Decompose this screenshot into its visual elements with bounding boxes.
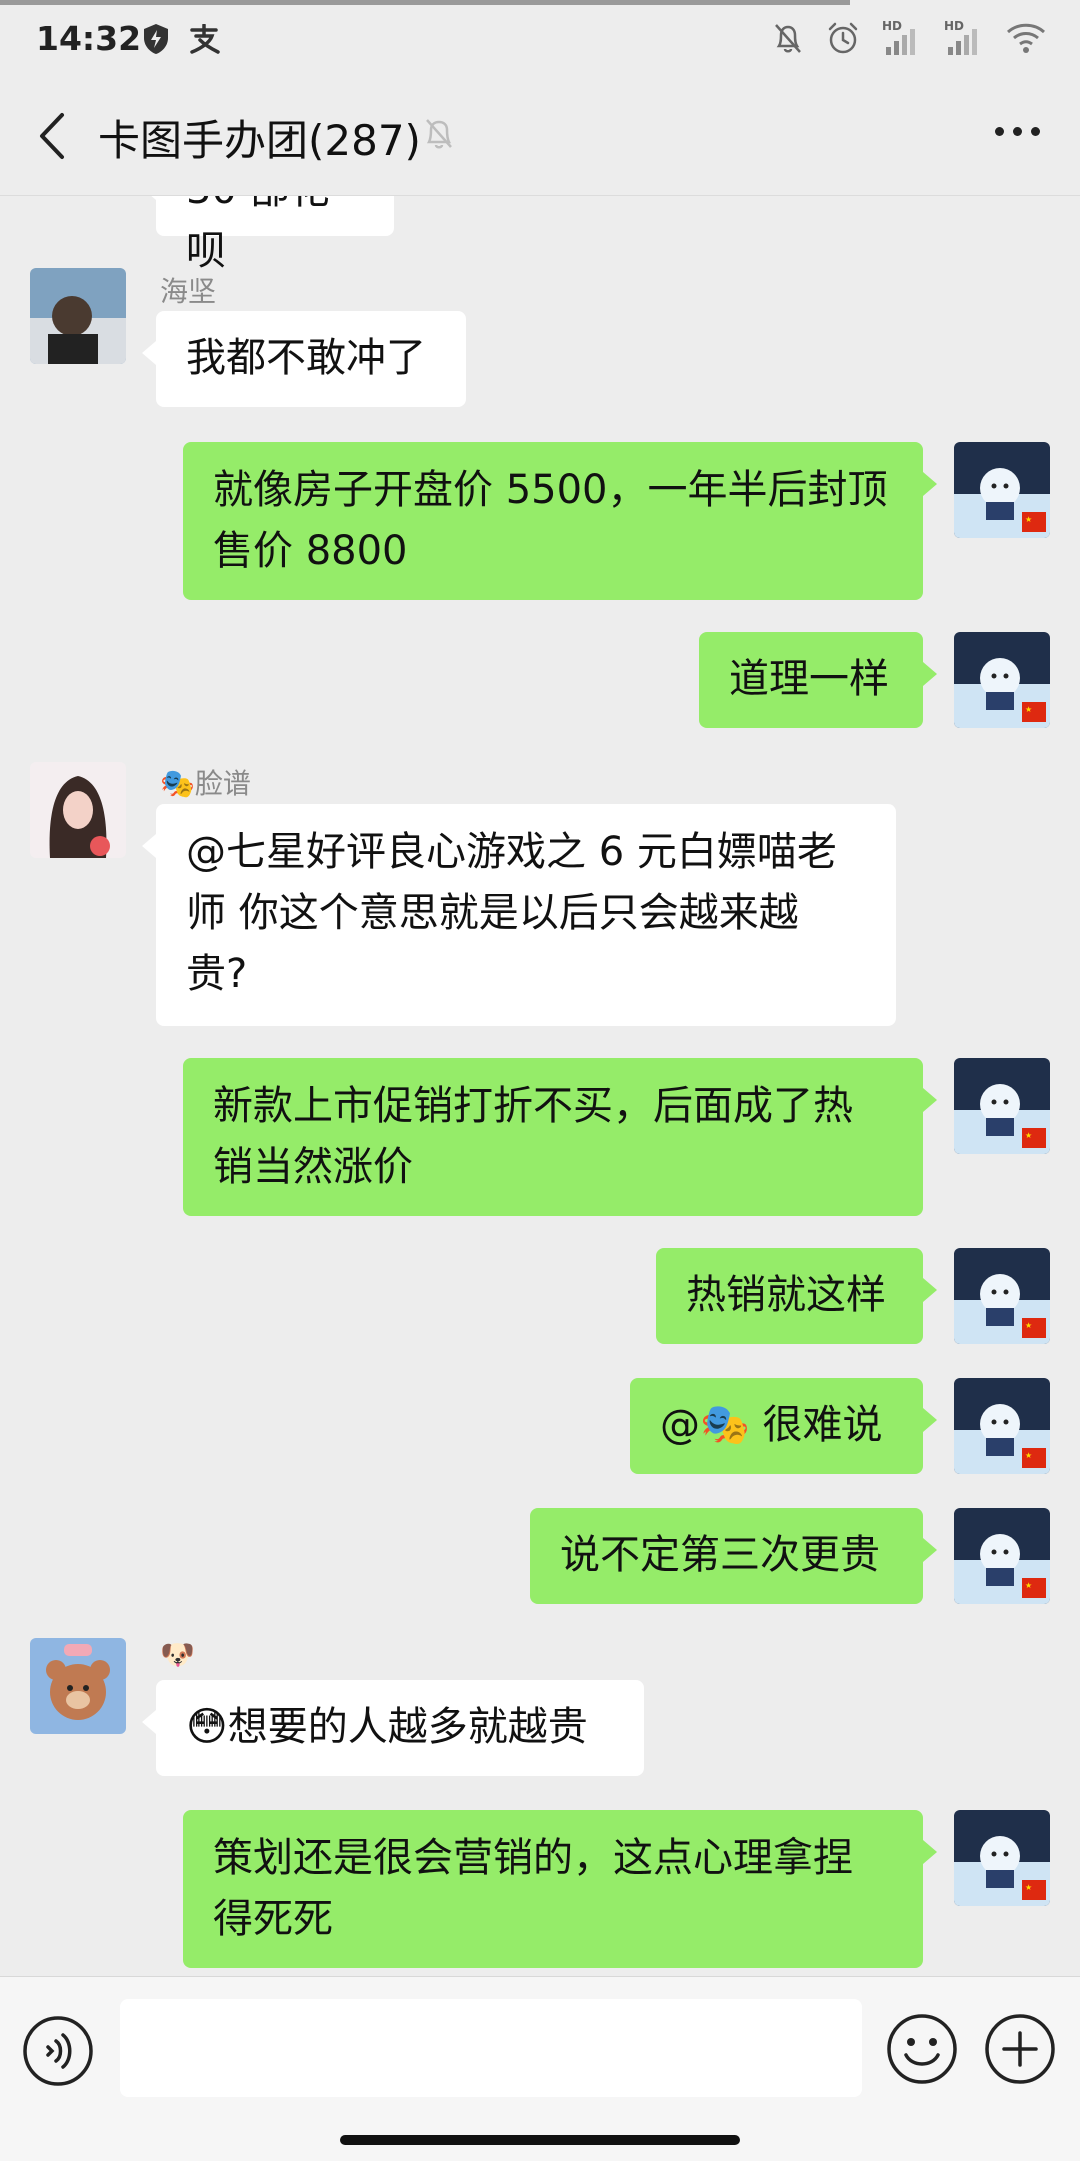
chat-title: 卡图手办团(287) [98,116,421,165]
emoji-button[interactable] [886,2013,958,2085]
mask-emoji: 🎭 [700,1402,750,1448]
input-bar [0,1976,1080,2161]
message-bubble[interactable]: @🎭 很难说 [630,1378,937,1474]
alarm-icon [826,21,860,59]
message-bubble[interactable]: 就像房子开盘价 5500，一年半后封顶 售价 8800 [183,442,937,600]
message-bubble[interactable]: 说不定第三次更贵 [530,1508,937,1604]
my-avatar[interactable]: ★ [954,1058,1050,1154]
message-input[interactable] [120,1999,862,2097]
home-indicator [340,2135,740,2145]
sender-name: 🐶 [160,1638,195,1671]
signal-hd-icon: HD [944,19,984,57]
avatar[interactable] [30,762,126,858]
back-button[interactable] [28,109,78,163]
message-bubble[interactable]: 策划还是很会营销的，这点心理拿捏 得死死 [183,1810,937,1968]
message-bubble[interactable]: 热销就这样 [656,1248,937,1344]
avatar[interactable] [30,268,126,364]
message-bubble[interactable]: 😳想要的人越多就越贵 [142,1680,644,1776]
wifi-icon [1006,22,1046,58]
mute-icon [422,115,456,155]
shield-icon [142,23,170,59]
message-bubble[interactable]: 新款上市促销打折不买，后面成了热 销当然涨价 [183,1058,937,1216]
voice-button[interactable] [22,2015,94,2087]
my-avatar[interactable]: ★ [954,1508,1050,1604]
dog-emoji: 🐶 [160,1638,195,1671]
my-avatar[interactable]: ★ [954,1248,1050,1344]
sender-name: 海坚 [160,275,217,308]
status-bar: 14:32 HD HD [0,5,1080,75]
flushed-emoji: 😳 [186,1704,228,1750]
signal-hd-icon: HD [882,19,922,57]
sender-name: 🎭脸谱 [160,767,251,800]
chat-header: 卡图手办团(287) [0,75,1080,196]
more-plus-button[interactable] [984,2013,1056,2085]
message-bubble[interactable]: @七星好评良心游戏之 6 元白嫖喵老 师 你这个意思就是以后只会越来越 贵? [142,804,896,1026]
status-time: 14:32 [36,19,142,58]
svg-text:★: ★ [1025,1321,1032,1330]
sender-emoji: 🎭 [160,767,195,800]
avatar[interactable] [30,1638,126,1734]
message-list[interactable]: 30 部花呗 海坚 我都不敢冲了 就像房子开盘价 5500，一年半后封顶 售价 … [0,196,1080,1976]
svg-text:★: ★ [1025,515,1032,524]
my-avatar[interactable]: ★ [954,1810,1050,1906]
message-bubble[interactable]: 我都不敢冲了 [142,311,466,407]
svg-text:★: ★ [1025,1131,1032,1140]
my-avatar[interactable]: ★ [954,632,1050,728]
svg-text:★: ★ [1025,1581,1032,1590]
svg-text:★: ★ [1025,1883,1032,1892]
svg-text:★: ★ [1025,1451,1032,1460]
more-options-button[interactable] [995,127,1040,136]
my-avatar[interactable]: ★ [954,1378,1050,1474]
svg-text:★: ★ [1025,705,1032,714]
alipay-icon [188,23,220,58]
message-bubble[interactable]: 道理一样 [699,632,937,728]
bell-off-icon [772,21,804,59]
my-avatar[interactable]: ★ [954,442,1050,538]
message-bubble[interactable]: 30 部花呗 [142,196,394,274]
